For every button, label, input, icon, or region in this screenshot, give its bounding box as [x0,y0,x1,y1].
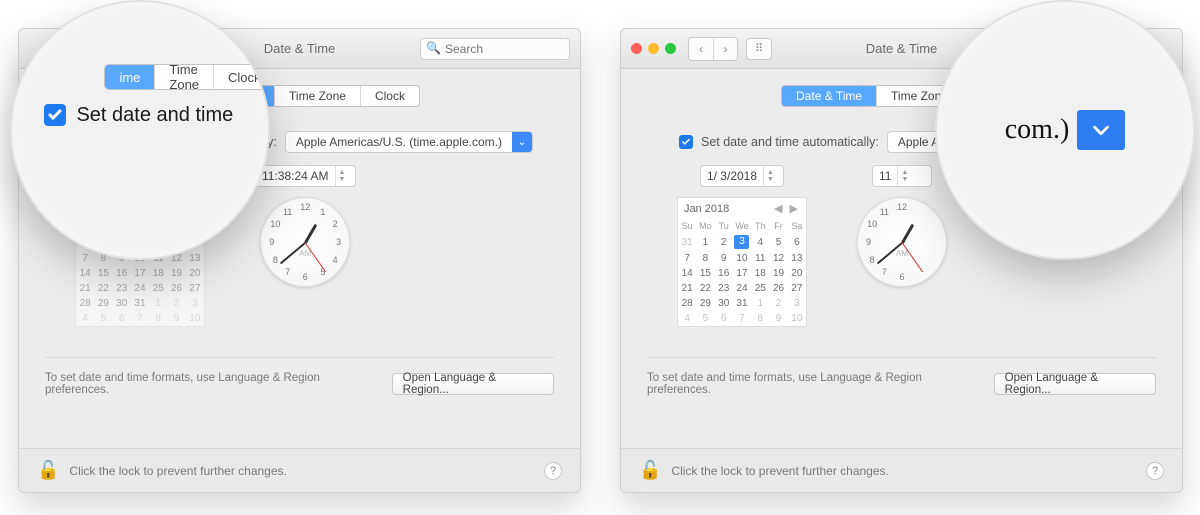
search-field[interactable]: 🔍 [420,38,570,60]
lock-bar: 🔓 Click the lock to prevent further chan… [621,448,1182,492]
tab-date-time[interactable]: Date & Time [782,86,876,106]
back-icon[interactable]: ‹ [689,38,713,60]
calendar[interactable]: Jan 2018◀ ▶SuMoTuWeThFrSa311234567891011… [677,197,807,327]
analog-clock: AM 12 3 6 9 1 2 4 5 7 8 10 11 [260,197,350,287]
open-language-region-button[interactable]: Open Language & Region... [994,373,1156,395]
help-button[interactable]: ? [544,462,562,480]
tab-date-time: ime [105,65,154,89]
server-value-zoom: com.) [1005,114,1070,146]
server-dropdown[interactable]: Apple Americas/U.S. (time.apple.com.) ⌄ [285,131,533,153]
lock-bar: 🔓 Click the lock to prevent further chan… [19,448,580,492]
tab-time-zone[interactable]: Time Zone [274,86,360,106]
auto-checkbox[interactable] [679,135,693,149]
close-icon[interactable] [631,43,642,54]
lock-icon[interactable]: 🔓 [639,460,661,481]
minimize-icon[interactable] [648,43,659,54]
date-field[interactable]: 1/ 3/2018 ▲▼ [700,165,784,187]
time-field[interactable]: 11 ▲▼ [872,165,932,187]
lock-text: Click the lock to prevent further change… [69,464,286,478]
chevron-down-icon: ⌄ [512,132,532,152]
chevron-down-icon [1077,110,1125,150]
lock-icon[interactable]: 🔓 [37,460,59,481]
format-hint: To set date and time formats, use Langua… [45,372,382,396]
format-hint: To set date and time formats, use Langua… [647,372,984,396]
time-field[interactable]: 11:38:24 AM ▲▼ [255,165,356,187]
zoom-callout-dropdown: com.) [935,0,1195,260]
stepper-icon[interactable]: ▲▼ [335,166,349,186]
nav-back-forward[interactable]: ‹ › [688,37,738,61]
analog-clock: AM 12 6 9 7 8 10 11 [857,197,947,287]
zoom-callout-checkbox: ime Time Zone Clock Set date and time [10,0,270,260]
open-language-region-button[interactable]: Open Language & Region... [392,373,554,395]
search-icon: 🔍 [426,41,441,55]
tab-clock: Clock [213,65,270,89]
traffic-lights[interactable] [631,43,676,54]
tab-time-zone: Time Zone [154,65,213,89]
stepper-icon[interactable]: ▲▼ [763,166,777,186]
help-button[interactable]: ? [1146,462,1164,480]
stepper-icon[interactable]: ▲▼ [897,166,911,186]
zoom-icon[interactable] [665,43,676,54]
lock-text: Click the lock to prevent further change… [671,464,888,478]
search-input[interactable] [420,38,570,60]
server-value: Apple Americas/U.S. (time.apple.com.) [286,135,512,149]
tab-clock[interactable]: Clock [360,86,419,106]
auto-checkbox [44,104,66,126]
auto-label-zoom: Set date and time [76,104,233,127]
auto-label: Set date and time automatically: [701,135,879,149]
show-all-icon[interactable]: ⠿ [746,38,772,60]
forward-icon[interactable]: › [713,38,737,60]
